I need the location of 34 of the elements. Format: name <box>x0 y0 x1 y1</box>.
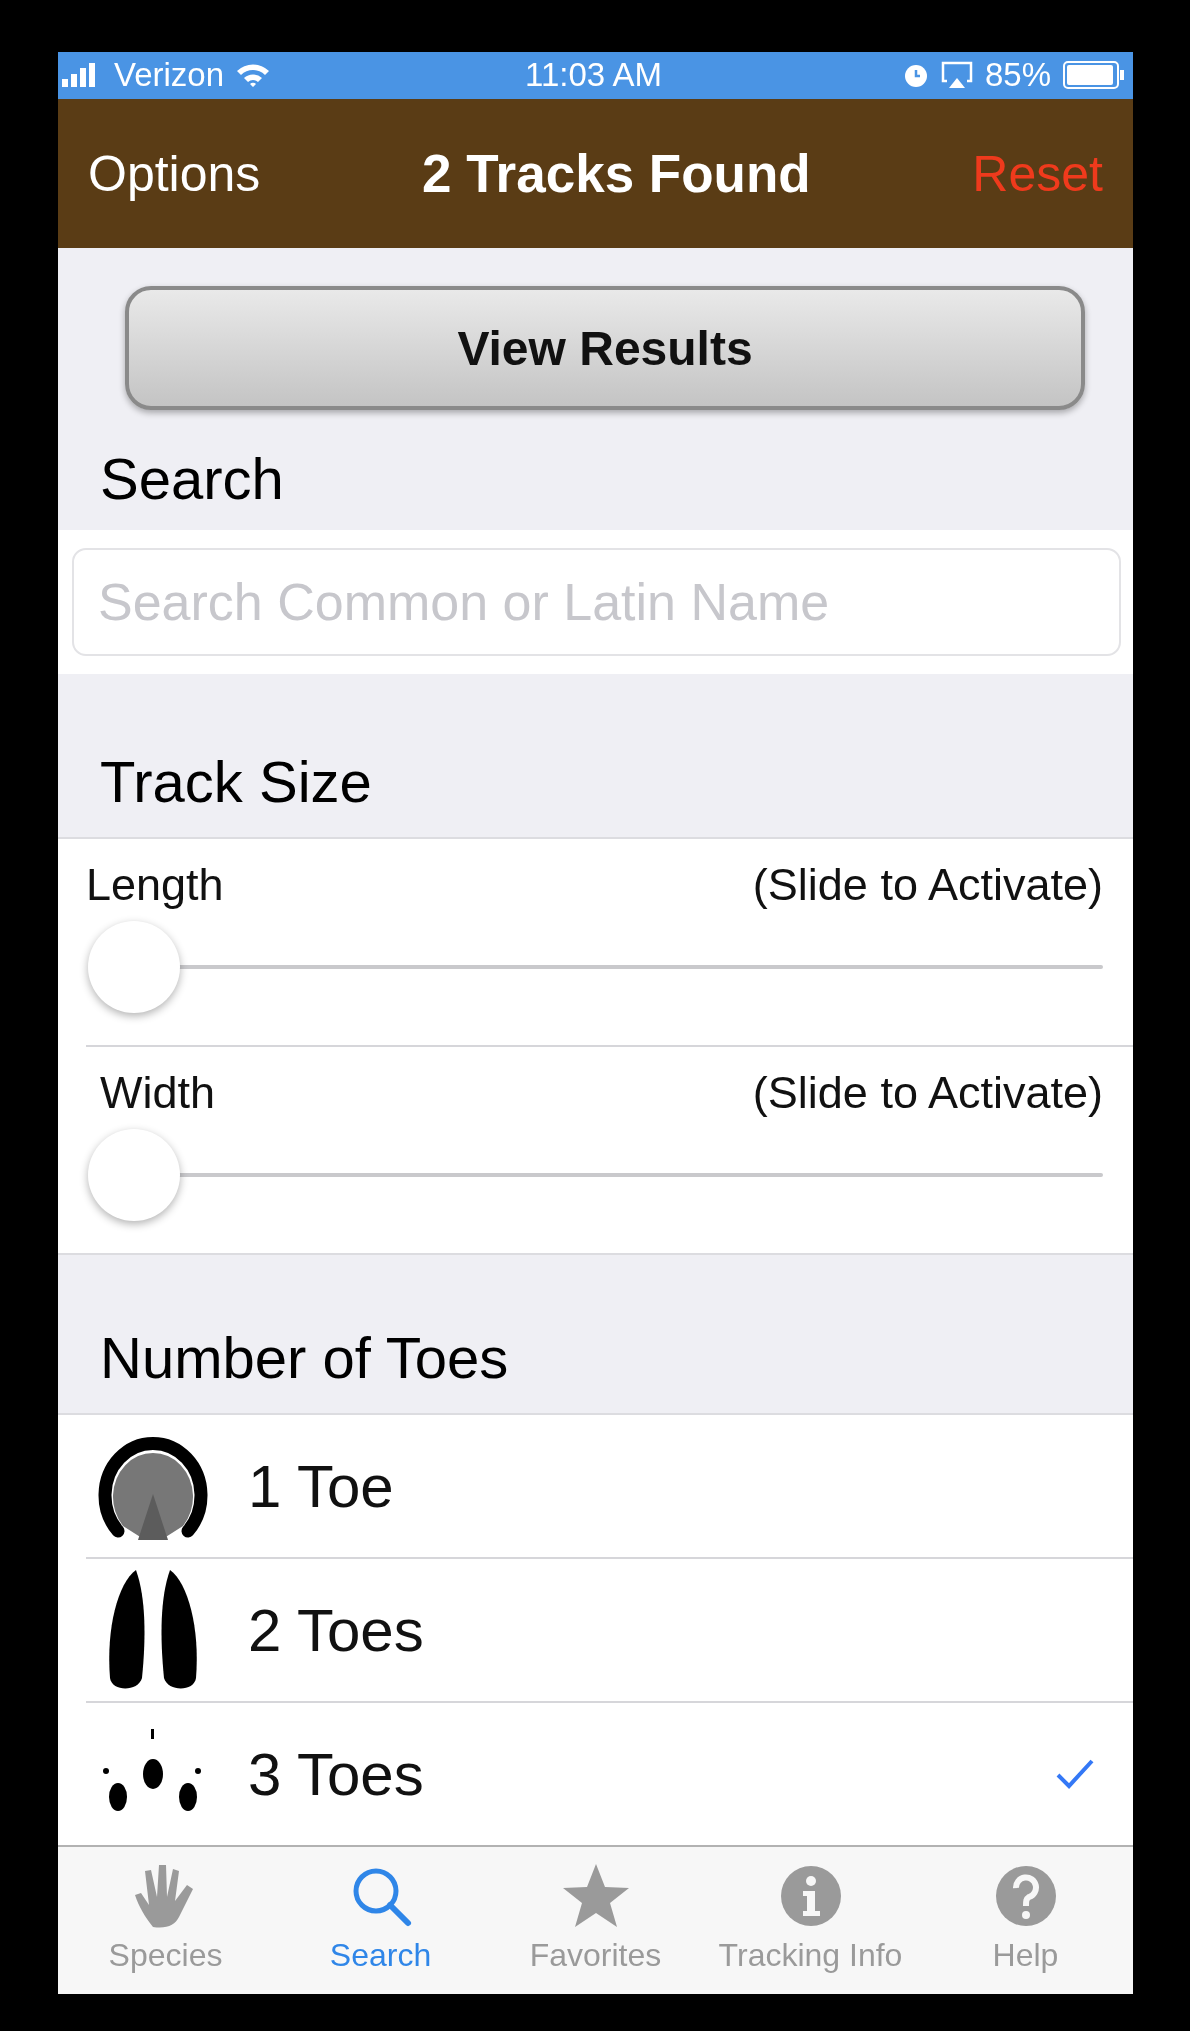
toe-option[interactable]: 2 Toes <box>58 1559 1133 1702</box>
slider-hint: (Slide to Activate) <box>752 859 1103 912</box>
status-time: 11:03 AM <box>525 56 662 95</box>
nav-title: 2 Tracks Found <box>421 143 811 205</box>
view-results-button[interactable]: View Results <box>125 286 1085 411</box>
battery-icon <box>1063 61 1125 90</box>
section-heading: Number of Toes <box>99 1324 510 1393</box>
tab-bar-item[interactable]: Species <box>58 1847 273 1994</box>
tab-bar-item[interactable]: Tracking Info <box>703 1847 918 1994</box>
slider-thumb[interactable] <box>88 1129 180 1222</box>
slider-label: Length <box>86 859 224 912</box>
slider-label: Width <box>100 1067 216 1120</box>
slider-track[interactable] <box>88 921 1103 1014</box>
tab-bar-item[interactable]: Favorites <box>488 1847 703 1994</box>
slider-thumb[interactable] <box>88 921 180 1014</box>
alarm-icon <box>902 62 929 89</box>
carrier-name: Verizon <box>114 56 225 95</box>
toe-option-label: 1 Toe <box>248 1451 394 1521</box>
airplay-icon <box>940 61 973 90</box>
toe-option[interactable]: 3 Toes <box>58 1703 1133 1846</box>
toe-option-label: 2 Toes <box>248 1595 424 1665</box>
section-heading: Search <box>99 445 285 514</box>
wifi-icon <box>236 63 271 88</box>
reset-button[interactable]: Reset <box>972 144 1103 203</box>
slider-track[interactable] <box>88 1129 1103 1222</box>
battery-percent: 85% <box>984 56 1051 95</box>
tab-bar-item[interactable]: Search <box>273 1847 488 1994</box>
section-heading: Track Size <box>99 748 373 817</box>
search-field[interactable]: Search Common or Latin Name <box>72 548 1121 657</box>
toe-option[interactable]: 1 Toe <box>58 1415 1133 1558</box>
toe-option-label: 3 Toes <box>248 1739 424 1809</box>
slider-hint: (Slide to Activate) <box>752 1067 1103 1120</box>
tab-bar-item[interactable]: Help <box>918 1847 1133 1994</box>
options-button[interactable]: Options <box>88 144 261 203</box>
